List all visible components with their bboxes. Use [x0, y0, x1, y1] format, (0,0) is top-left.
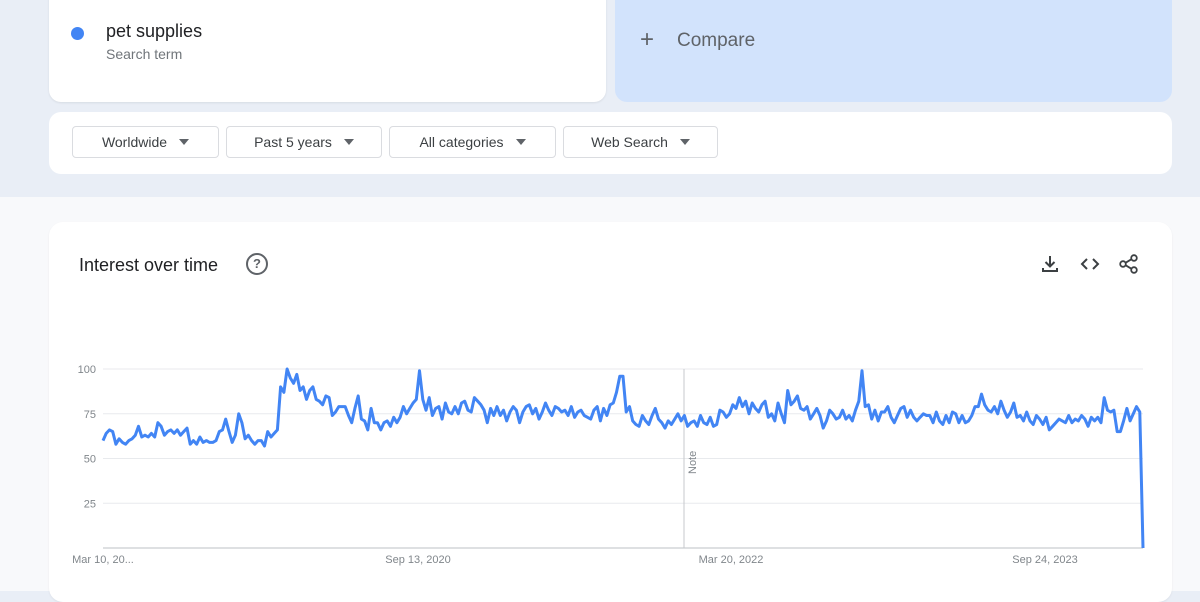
y-tick-label: 75: [84, 409, 96, 421]
note-annotation[interactable]: Note: [687, 451, 699, 474]
y-tick-label: 25: [84, 498, 96, 510]
x-tick-label: Mar 10, 20...: [72, 554, 134, 566]
y-tick-label: 50: [84, 454, 96, 466]
interest-chart: 100 75 50 25 Mar 10, 20... Sep 13, 2020 Mar 20…: [72, 364, 1145, 566]
y-tick-label: 100: [78, 364, 96, 376]
x-tick-label: Sep 13, 2020: [385, 554, 450, 566]
x-tick-label: Sep 24, 2023: [1012, 554, 1077, 566]
x-tick-label: Mar 20, 2022: [699, 554, 764, 566]
